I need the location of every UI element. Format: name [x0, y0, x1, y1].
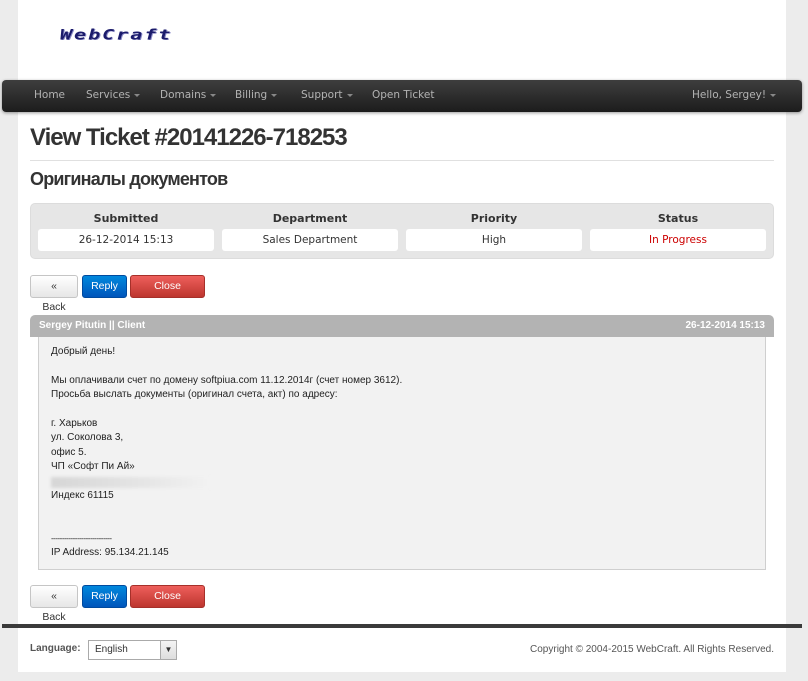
caret-down-icon — [770, 93, 777, 97]
main-navbar: Home Services Domains Billing Support Op… — [2, 80, 802, 112]
info-label: Status — [657, 212, 699, 225]
message-author: Sergey Pitutin || Client — [39, 320, 146, 331]
message-line — [51, 503, 753, 517]
close-ticket-button[interactable]: Close Ticket — [130, 275, 205, 313]
reply-button[interactable]: Reply — [82, 275, 127, 298]
nav-item-support[interactable]: Support — [301, 80, 353, 112]
caret-down-icon — [210, 93, 217, 97]
info-submitted: Submitted 26-12-2014 15:13 — [38, 204, 214, 260]
caret-down-icon — [346, 93, 353, 97]
info-value: High — [406, 229, 582, 251]
redacted-line — [51, 475, 753, 489]
message-line — [51, 403, 753, 417]
message-line — [51, 518, 753, 532]
message-line: Индекс 61115 — [51, 489, 114, 501]
message-date: 26-12-2014 15:13 — [685, 320, 765, 331]
ticket-subject: Оригиналы документов — [30, 169, 228, 189]
info-priority: Priority High — [406, 204, 582, 260]
redacted-text — [51, 476, 211, 488]
info-value: 26-12-2014 15:13 — [38, 229, 214, 251]
caret-down-icon — [134, 93, 141, 97]
site-logo[interactable]: WebCraft — [60, 26, 172, 43]
close-ticket-button-bottom[interactable]: Close Ticket — [130, 585, 205, 623]
message-separator: ---------------------------- — [51, 534, 112, 544]
ticket-info-panel: Submitted 26-12-2014 15:13 Department Sa… — [30, 203, 774, 259]
info-label: Department — [272, 212, 348, 225]
language-value: English — [95, 644, 128, 655]
ip-address: IP Address: 95.134.21.145 — [51, 547, 169, 559]
user-menu[interactable]: Hello, Sergey! — [692, 80, 777, 112]
reply-button-bottom[interactable]: Reply — [82, 585, 127, 608]
nav-item-open-ticket[interactable]: Open Ticket — [372, 80, 434, 112]
info-status: Status In Progress — [590, 204, 766, 260]
chevron-down-icon[interactable]: ▼ — [160, 641, 176, 659]
message-body: Добрый день! Мы оплачивали счет по домен… — [38, 337, 766, 570]
nav-item-domains[interactable]: Domains — [160, 80, 217, 112]
back-button-bottom[interactable]: « Back — [30, 585, 78, 623]
message-line: ул. Соколова 3, — [51, 432, 124, 444]
info-value: Sales Department — [222, 229, 398, 251]
footer-divider — [2, 624, 802, 628]
copyright-text: Copyright © 2004-2015 WebCraft. All Righ… — [530, 644, 774, 655]
nav-item-home[interactable]: Home — [34, 80, 65, 112]
message-line: офис 5. — [51, 446, 87, 458]
message-line: г. Харьков — [51, 417, 98, 429]
message-header: Sergey Pitutin || Client 26-12-2014 15:1… — [30, 315, 774, 337]
info-label: Submitted — [93, 212, 159, 225]
status-badge: In Progress — [590, 229, 766, 251]
info-department: Department Sales Department — [222, 204, 398, 260]
message-line: Просьба выслать документы (оригинал счет… — [51, 389, 338, 401]
message-line: ЧП «Софт Пи Ай» — [51, 461, 135, 473]
back-button[interactable]: « Back — [30, 275, 78, 313]
language-select[interactable]: English ▼ — [88, 640, 177, 660]
nav-item-services[interactable]: Services — [86, 80, 141, 112]
message-line: Добрый день! — [51, 346, 116, 357]
language-label: Language: — [30, 643, 81, 654]
nav-item-billing[interactable]: Billing — [235, 80, 278, 112]
message-line: Мы оплачивали счет по домену softpiua.co… — [51, 374, 403, 386]
info-label: Priority — [470, 212, 518, 225]
message-line — [51, 359, 753, 373]
caret-down-icon — [271, 93, 278, 97]
page-title: View Ticket #20141226-718253 — [30, 124, 774, 161]
